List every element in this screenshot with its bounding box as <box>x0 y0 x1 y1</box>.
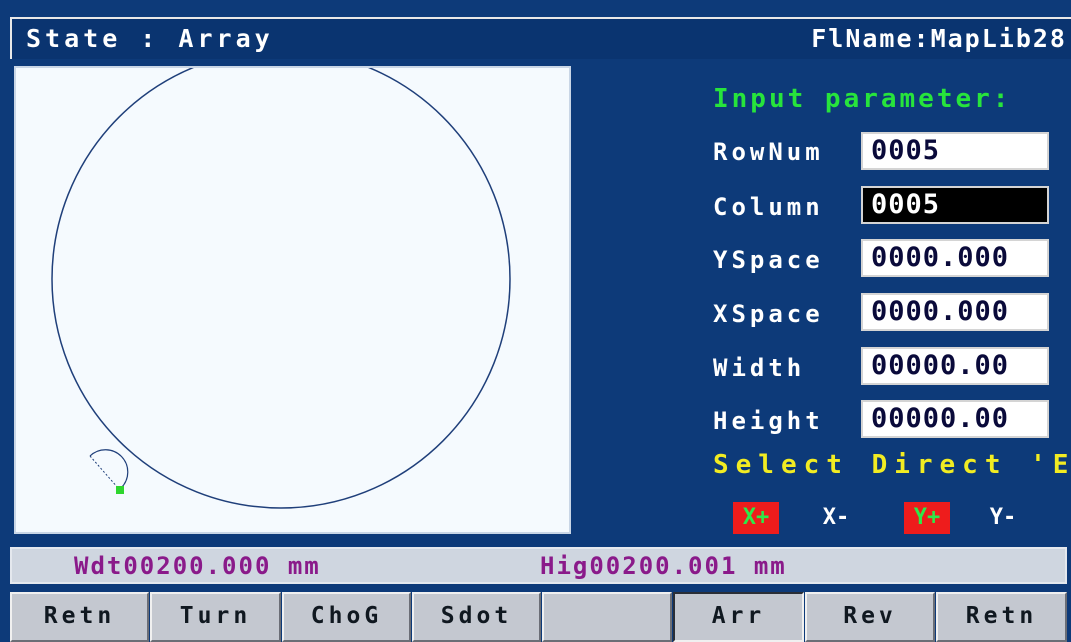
chog-button[interactable]: ChoG <box>282 592 411 642</box>
x-space-label: XSpace <box>713 300 824 328</box>
width-readout: Wdt00200.000 mm <box>74 552 321 580</box>
circle-shape <box>51 68 511 509</box>
preview-canvas[interactable] <box>14 66 571 534</box>
y-space-label: YSpace <box>713 246 824 274</box>
app-window: State : Array FlName:MapLib28 Input para… <box>0 0 1071 642</box>
parameter-panel: Input parameter: RowNum 0005 Column 0005… <box>575 64 1071 538</box>
preview-drawing <box>51 68 511 509</box>
direction-x-plus[interactable]: X+ <box>733 502 779 534</box>
width-field[interactable]: 00000.00 <box>861 347 1049 385</box>
title-bar: State : Array FlName:MapLib28 <box>10 17 1071 59</box>
function-key-bar: Retn Turn ChoG Sdot Arr Rev Retn <box>10 592 1071 642</box>
arr-button[interactable]: Arr <box>673 592 804 642</box>
height-readout-unit: mm <box>753 552 787 580</box>
width-label: Width <box>713 354 806 382</box>
status-bar: Wdt00200.000 mm Hig00200.001 mm <box>10 547 1067 584</box>
retn-button-2[interactable]: Retn <box>936 592 1067 642</box>
direction-y-plus[interactable]: Y+ <box>904 502 950 534</box>
panel-heading: Input parameter: <box>713 84 1012 114</box>
file-name-label: FlName:MapLib28 <box>811 24 1067 53</box>
height-readout-value: 00200.001 <box>589 552 738 580</box>
row-num-label: RowNum <box>713 138 824 166</box>
rev-button[interactable]: Rev <box>805 592 935 642</box>
select-direction-prompt: Select Direct 'En <box>713 450 1071 480</box>
height-readout: Hig00200.001 mm <box>540 552 787 580</box>
height-field[interactable]: 00000.00 <box>861 400 1049 438</box>
direction-y-minus[interactable]: Y- <box>980 502 1026 534</box>
height-readout-label: Hig <box>540 552 590 580</box>
height-label: Height <box>713 407 824 435</box>
row-num-field[interactable]: 0005 <box>861 132 1049 170</box>
lead-in-arc <box>89 449 129 489</box>
direction-x-minus[interactable]: X- <box>813 502 859 534</box>
empty-function-button[interactable] <box>542 592 672 642</box>
turn-button[interactable]: Turn <box>150 592 281 642</box>
width-readout-unit: mm <box>287 552 321 580</box>
y-space-field[interactable]: 0000.000 <box>861 239 1049 277</box>
column-field[interactable]: 0005 <box>861 186 1049 224</box>
lead-in-line <box>89 455 120 490</box>
retn-button[interactable]: Retn <box>10 592 149 642</box>
x-space-field[interactable]: 0000.000 <box>861 293 1049 331</box>
state-label: State : Array <box>26 24 274 53</box>
width-readout-label: Wdt <box>74 552 124 580</box>
sdot-button[interactable]: Sdot <box>412 592 541 642</box>
column-label: Column <box>713 193 824 221</box>
start-point-marker <box>116 486 124 494</box>
width-readout-value: 00200.000 <box>123 552 272 580</box>
